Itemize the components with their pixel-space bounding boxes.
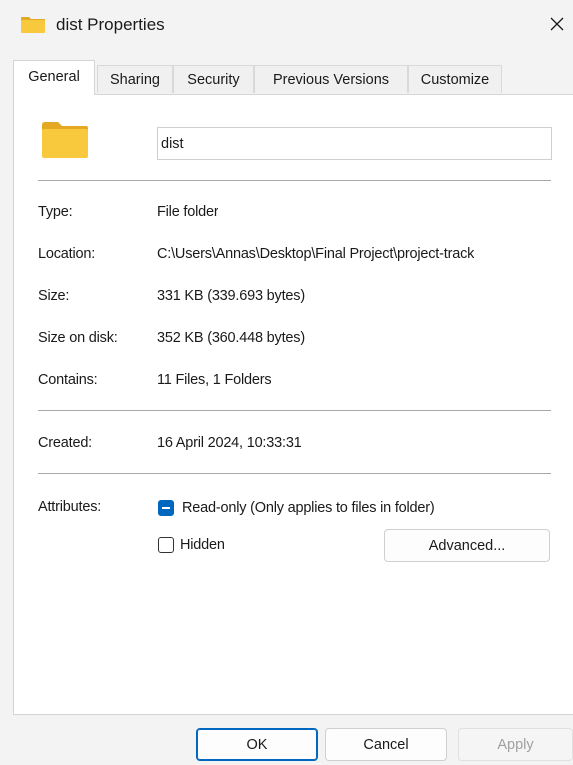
general-panel: Type: File folder Location: C:\Users\Ann… — [13, 94, 573, 715]
type-value: File folder — [157, 204, 219, 220]
apply-button[interactable]: Apply — [458, 728, 573, 761]
hidden-checkbox[interactable] — [158, 537, 174, 553]
close-icon — [550, 17, 563, 31]
readonly-checkbox[interactable] — [158, 500, 174, 516]
created-value: 16 April 2024, 10:33:31 — [157, 435, 302, 451]
folder-name-input[interactable] — [157, 127, 552, 160]
divider — [38, 180, 551, 181]
folder-icon — [21, 17, 45, 33]
tab-previous-versions[interactable]: Previous Versions — [254, 65, 408, 93]
hidden-label[interactable]: Hidden — [180, 535, 225, 555]
created-label: Created: — [38, 435, 93, 451]
advanced-button[interactable]: Advanced... — [384, 529, 550, 562]
tab-sharing[interactable]: Sharing — [97, 65, 173, 93]
tab-customize[interactable]: Customize — [408, 65, 502, 93]
divider — [38, 410, 551, 411]
properties-window: dist Properties General Sharing Security… — [0, 0, 573, 765]
size-on-disk-value: 352 KB (360.448 bytes) — [157, 330, 305, 346]
title-bar[interactable]: dist Properties — [0, 0, 573, 50]
readonly-label[interactable]: Read-only (Only applies to files in fold… — [182, 498, 435, 518]
divider — [38, 473, 551, 474]
contains-label: Contains: — [38, 372, 98, 388]
close-button[interactable] — [540, 8, 573, 40]
folder-large-icon — [42, 122, 88, 158]
size-label: Size: — [38, 288, 70, 304]
tab-general[interactable]: General — [13, 60, 95, 95]
size-value: 331 KB (339.693 bytes) — [157, 288, 305, 304]
tab-security[interactable]: Security — [173, 65, 254, 93]
attributes-label: Attributes: — [38, 499, 102, 515]
location-value: C:\Users\Annas\Desktop\Final Project\pro… — [157, 246, 475, 262]
type-label: Type: — [38, 204, 73, 220]
ok-button[interactable]: OK — [196, 728, 318, 761]
cancel-button[interactable]: Cancel — [325, 728, 447, 761]
contains-value: 11 Files, 1 Folders — [157, 372, 272, 388]
window-title: dist Properties — [56, 15, 165, 34]
size-on-disk-label: Size on disk: — [38, 330, 118, 346]
location-label: Location: — [38, 246, 96, 262]
